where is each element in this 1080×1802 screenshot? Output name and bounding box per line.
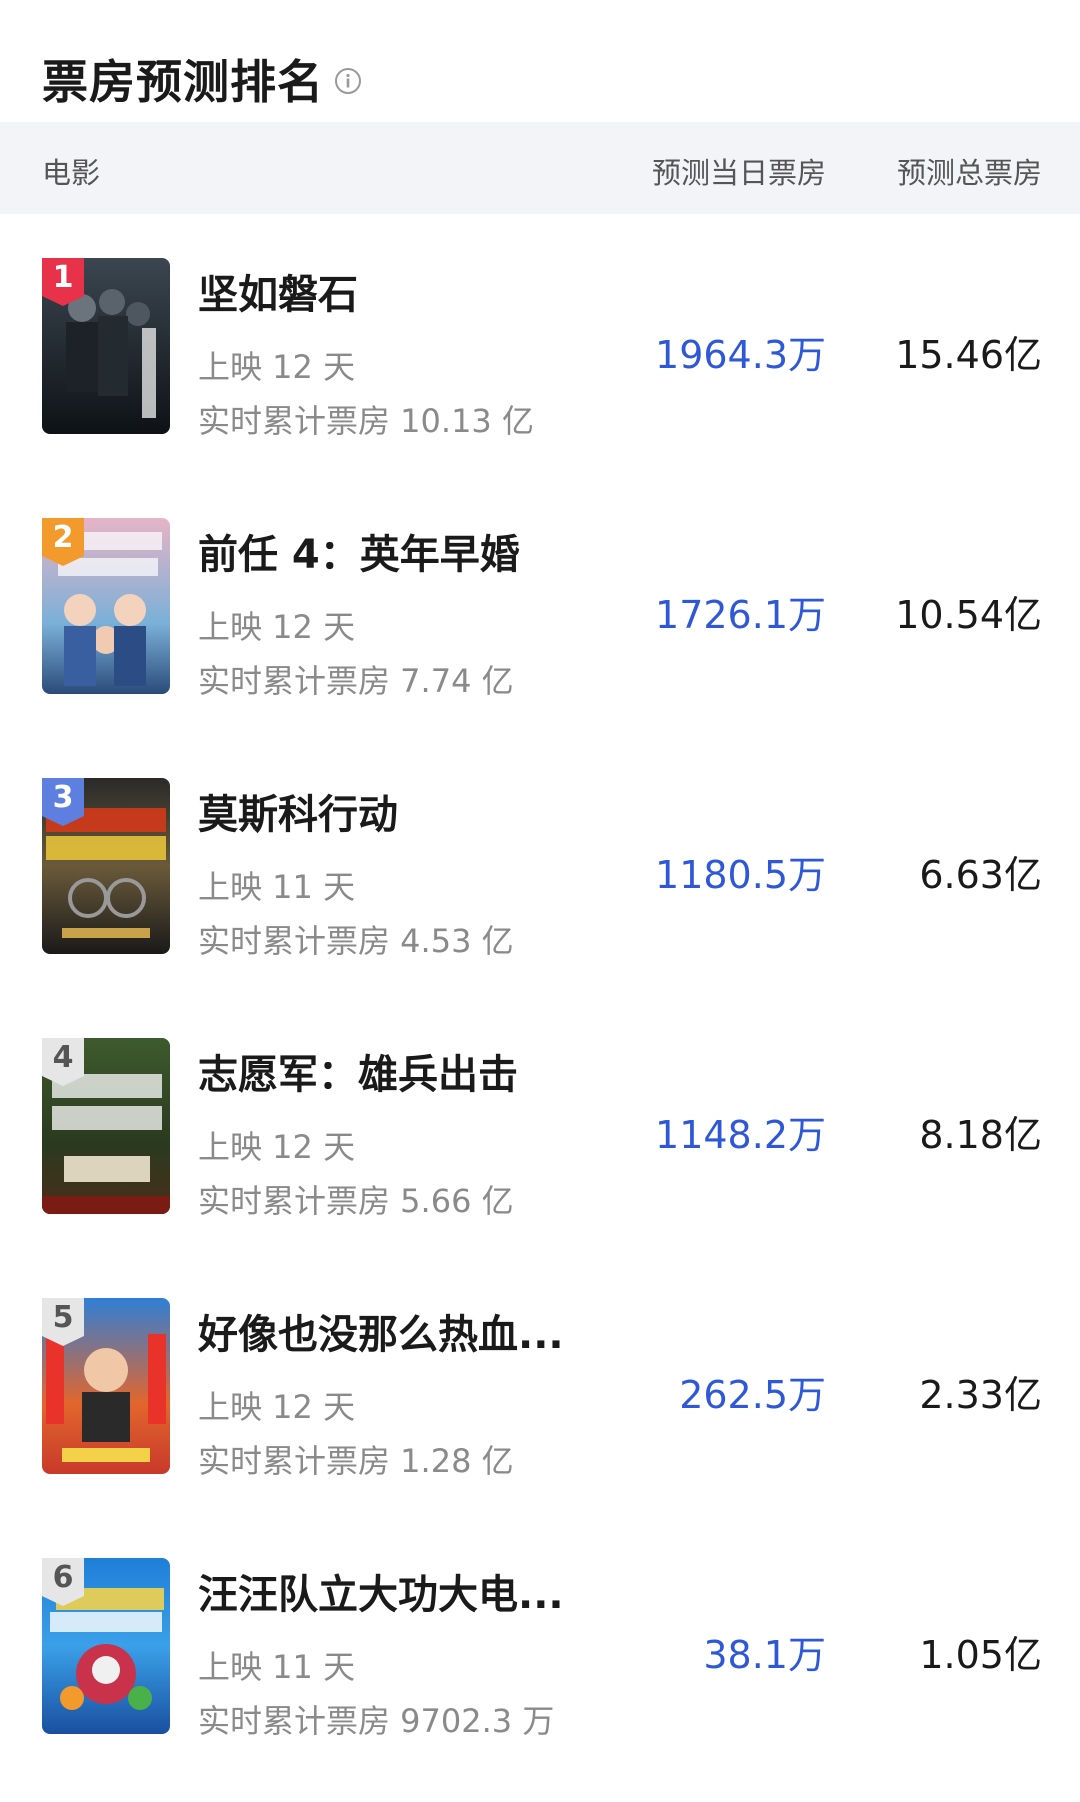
rank-number: 3 [52, 780, 74, 815]
predicted-daily-box-office: 262.5万 [679, 1373, 826, 1417]
predicted-daily-box-office: 38.1万 [703, 1633, 826, 1677]
release-days: 上映 11 天 [198, 1648, 356, 1686]
table-row[interactable]: 4 志愿军：雄兵出击 上映 12 天 实时累计票房 5.66 亿 1148.2万… [0, 1038, 1080, 1298]
cumulative-box-office: 实时累计票房 1.28 亿 [198, 1442, 514, 1480]
rank-number: 6 [52, 1560, 74, 1595]
release-days: 上映 12 天 [198, 608, 356, 646]
cumulative-box-office: 实时累计票房 10.13 亿 [198, 402, 534, 440]
predicted-total-box-office: 2.33亿 [919, 1373, 1042, 1417]
predicted-total-box-office: 6.63亿 [919, 853, 1042, 897]
column-header-total[interactable]: 预测总票房 [897, 150, 1042, 192]
predicted-total-box-office: 1.05亿 [919, 1633, 1042, 1677]
cumulative-box-office: 实时累计票房 5.66 亿 [198, 1182, 514, 1220]
table-row[interactable]: 2 前任 4：英年早婚 上映 12 天 实时累计票房 7.74 亿 1726.1… [0, 518, 1080, 778]
predicted-daily-box-office: 1180.5万 [655, 853, 826, 897]
page-title: 票房预测排名 [42, 55, 324, 109]
table-row[interactable]: 3 莫斯科行动 上映 11 天 实时累计票房 4.53 亿 1180.5万 6.… [0, 778, 1080, 1038]
movie-title: 汪汪队立大功大电... [198, 1572, 564, 1618]
movie-title: 好像也没那么热血... [198, 1312, 564, 1358]
movie-title: 前任 4：英年早婚 [198, 532, 520, 578]
cumulative-box-office: 实时累计票房 7.74 亿 [198, 662, 514, 700]
rank-number: 2 [52, 520, 74, 555]
column-header-daily[interactable]: 预测当日票房 [652, 150, 826, 192]
column-header-movie: 电影 [42, 156, 101, 190]
movie-title: 坚如磐石 [198, 272, 358, 318]
rank-number: 5 [52, 1300, 74, 1335]
release-days: 上映 12 天 [198, 348, 356, 386]
table-row[interactable]: 6 汪汪队立大功大电... 上映 11 天 实时累计票房 9702.3 万 38… [0, 1558, 1080, 1802]
movie-title: 莫斯科行动 [198, 792, 398, 838]
predicted-total-box-office: 15.46亿 [895, 333, 1042, 377]
predicted-total-box-office: 10.54亿 [895, 593, 1042, 637]
release-days: 上映 12 天 [198, 1388, 356, 1426]
rank-number: 1 [52, 260, 74, 295]
table-header: 电影 预测当日票房 预测总票房 [0, 122, 1080, 214]
predicted-daily-box-office: 1148.2万 [655, 1113, 826, 1157]
movie-title: 志愿军：雄兵出击 [198, 1052, 518, 1098]
table-row[interactable]: 5 好像也没那么热血... 上映 12 天 实时累计票房 1.28 亿 262.… [0, 1298, 1080, 1558]
rank-number: 4 [52, 1040, 74, 1075]
predicted-daily-box-office: 1964.3万 [655, 333, 826, 377]
table-row[interactable]: 1 坚如磐石 上映 12 天 实时累计票房 10.13 亿 1964.3万 15… [0, 258, 1080, 518]
cumulative-box-office: 实时累计票房 9702.3 万 [198, 1702, 555, 1740]
predicted-total-box-office: 8.18亿 [919, 1113, 1042, 1157]
predicted-daily-box-office: 1726.1万 [655, 593, 826, 637]
cumulative-box-office: 实时累计票房 4.53 亿 [198, 922, 514, 960]
page-title-row: 票房预测排名 [42, 44, 362, 114]
release-days: 上映 11 天 [198, 868, 356, 906]
release-days: 上映 12 天 [198, 1128, 356, 1166]
info-icon[interactable] [334, 67, 362, 95]
